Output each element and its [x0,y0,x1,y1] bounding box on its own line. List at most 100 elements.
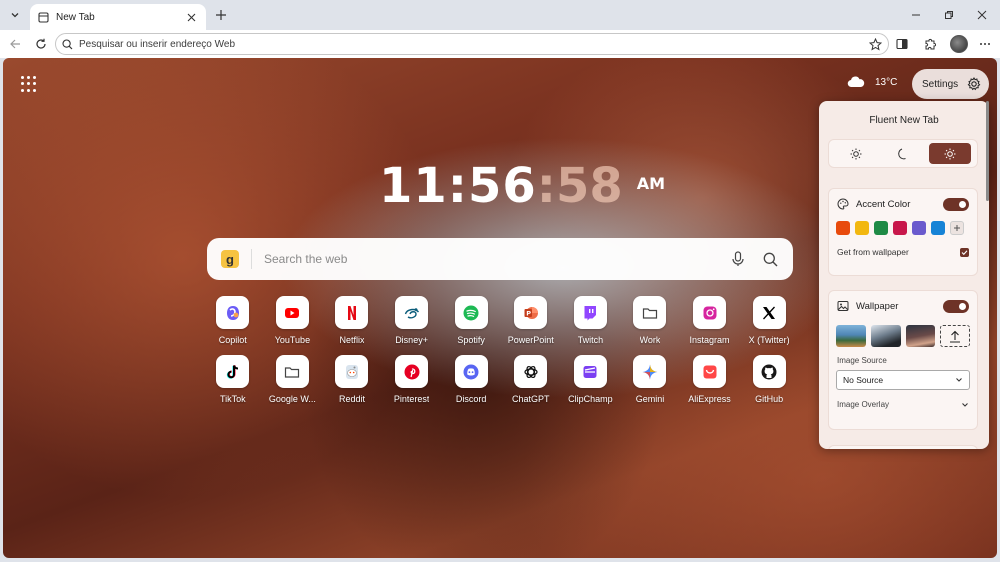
split-screen-button[interactable] [892,34,912,54]
shortcut-discord[interactable]: Discord [441,355,501,404]
shortcut-tile[interactable] [693,296,727,329]
accent-swatch[interactable] [931,221,945,235]
shortcut-tile[interactable] [275,296,309,329]
theme-light-option[interactable] [835,143,877,164]
accent-swatch[interactable] [855,221,869,235]
back-button[interactable] [5,34,25,54]
add-accent-color-button[interactable] [950,221,964,235]
shortcut-instagram[interactable]: Instagram [680,296,740,345]
shortcut-tile[interactable] [335,355,369,388]
shortcut-reddit[interactable]: Reddit [322,355,382,404]
search-engine-logo: g [226,251,234,267]
search-input[interactable] [264,252,715,266]
shortcut-x-twitter[interactable]: X (Twitter) [739,296,799,345]
shortcut-tile[interactable] [573,355,607,388]
shortcut-tile[interactable] [454,296,488,329]
theme-auto-option[interactable] [928,143,971,164]
panel-scrollbar[interactable] [986,101,989,201]
shortcut-label: Spotify [457,335,485,345]
shortcut-copilot[interactable]: Copilot [203,296,263,345]
tab-new-tab[interactable]: New Tab [30,4,206,30]
shortcut-pinterest[interactable]: Pinterest [382,355,442,404]
tab-actions-menu-button[interactable] [5,5,25,25]
shortcut-label: Reddit [338,394,365,404]
minimize-button[interactable] [906,6,926,24]
plus-icon [954,225,960,231]
wallpaper-thumbnail[interactable] [836,325,866,347]
new-tab-button[interactable] [212,6,230,24]
search-engine-button[interactable]: g [221,250,239,268]
search-submit-button[interactable] [761,250,779,268]
shortcut-tiktok[interactable]: TikTok [203,355,263,404]
shortcut-tile[interactable] [633,355,667,388]
shortcut-work[interactable]: Work [620,296,680,345]
theme-dark-option[interactable] [882,143,924,164]
settings-label: Settings [922,78,959,90]
accent-color-toggle[interactable] [943,197,969,211]
shortcut-tile[interactable] [454,355,488,388]
shortcut-github[interactable]: GitHub [739,355,799,404]
tab-title: New Tab [56,11,95,23]
shortcut-tile[interactable] [335,296,369,329]
profile-avatar[interactable] [950,35,968,53]
accent-swatch[interactable] [912,221,926,235]
weather-widget[interactable]: 13°C [847,76,897,88]
dot-icon [27,76,30,79]
accent-swatch[interactable] [874,221,888,235]
split-screen-icon [896,38,908,50]
wallpaper-toggle[interactable] [943,299,969,313]
shortcut-powerpoint[interactable]: P PowerPoint [501,296,561,345]
apps-grid-button[interactable] [21,76,37,92]
shortcut-label: ChatGPT [512,394,550,404]
shortcut-twitch[interactable]: Twitch [561,296,621,345]
web-search-bar: g [207,238,793,280]
shortcut-label: Google W... [268,394,316,404]
shortcut-google-w[interactable]: Google W... [263,355,323,404]
shortcut-tile[interactable] [395,355,429,388]
shortcut-clipchamp[interactable]: ClipChamp [561,355,621,404]
shortcut-tile[interactable] [275,355,309,388]
theme-selector [828,139,978,168]
shortcut-youtube[interactable]: YouTube [263,296,323,345]
shortcut-aliexpress[interactable]: AliExpress [680,355,740,404]
shortcut-tile[interactable] [395,296,429,329]
shortcut-disney[interactable]: Disney+ [382,296,442,345]
accent-swatch[interactable] [836,221,850,235]
settings-button[interactable]: Settings [912,69,989,99]
image-source-select[interactable]: No Source [836,370,970,390]
wallpaper-thumbnail[interactable] [905,325,936,347]
shortcut-chatgpt[interactable]: ChatGPT [501,355,561,404]
folder-icon [283,363,301,381]
tab-close-button[interactable] [184,10,198,24]
voice-search-button[interactable] [729,250,747,268]
refresh-button[interactable] [31,34,51,54]
shortcut-label: Pinterest [393,394,430,404]
shortcut-tile[interactable] [633,296,667,329]
shortcut-netflix[interactable]: Netflix [322,296,382,345]
address-bar[interactable]: Pesquisar ou inserir endereço Web [55,33,889,55]
restore-button[interactable] [939,6,959,24]
more-menu-button[interactable] [975,34,995,54]
shortcut-tile[interactable] [514,355,548,388]
shortcut-tile[interactable]: P [514,296,548,329]
chevron-down-icon [962,402,968,407]
extensions-button[interactable] [920,34,940,54]
star-icon[interactable] [869,37,882,51]
close-window-button[interactable] [972,6,992,24]
shortcut-tile[interactable] [693,355,727,388]
shortcut-spotify[interactable]: Spotify [441,296,501,345]
shortcut-tile[interactable] [216,296,250,329]
sun-icon [850,148,862,159]
get-from-wallpaper-checkbox[interactable] [960,247,969,257]
get-from-wallpaper-row: Get from wallpaper [829,241,977,263]
shortcut-gemini[interactable]: Gemini [620,355,680,404]
shortcut-tile[interactable] [752,355,786,388]
accent-swatch[interactable] [893,221,907,235]
wallpaper-thumbnail[interactable] [870,325,901,347]
spotify-icon [462,304,480,322]
shortcut-tile[interactable] [573,296,607,329]
shortcut-tile[interactable] [216,355,250,388]
upload-wallpaper-button[interactable] [940,325,971,347]
image-overlay-row[interactable]: Image Overlay [829,400,977,409]
shortcut-tile[interactable] [752,296,786,329]
